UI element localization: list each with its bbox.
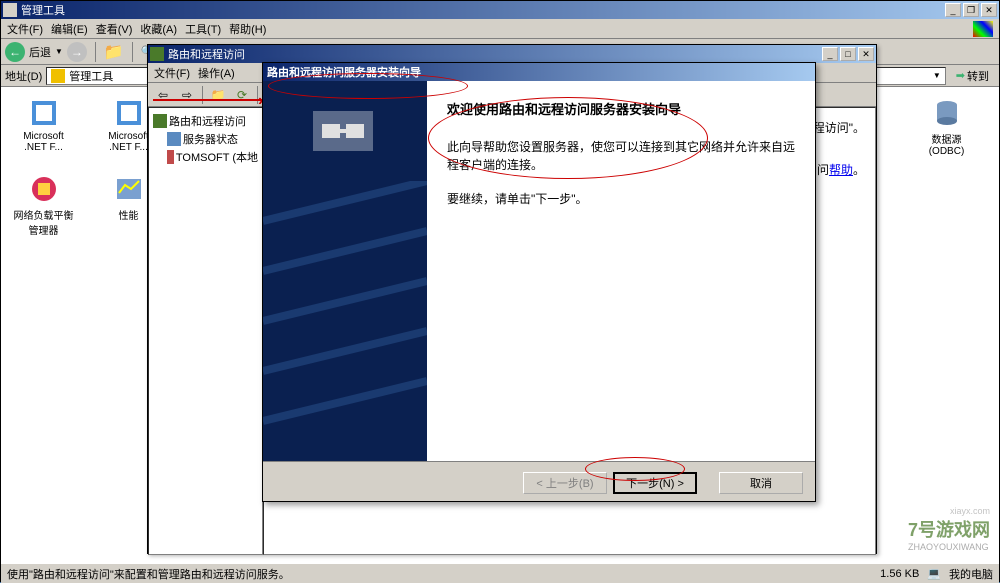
address-label: 地址(D): [5, 68, 42, 84]
menu-file[interactable]: 文件(F): [7, 21, 43, 37]
tree-root[interactable]: 路由和远程访问: [153, 112, 258, 130]
goto-button[interactable]: ➡ 转到: [950, 68, 995, 84]
mmc-back-button[interactable]: ⇦: [152, 85, 174, 105]
wizard-titlebar[interactable]: 路由和远程访问服务器安装向导: [263, 63, 815, 81]
help-link[interactable]: 帮助: [829, 163, 853, 177]
wizard-sidebar: [263, 81, 427, 461]
menu-favorites[interactable]: 收藏(A): [140, 21, 177, 37]
mycomputer-icon: 💻: [927, 567, 941, 580]
admin-menubar: 文件(F) 编辑(E) 查看(V) 收藏(A) 工具(T) 帮助(H): [1, 19, 999, 39]
mmc-menu-action[interactable]: 操作(A): [198, 65, 235, 81]
mmc-menu-file[interactable]: 文件(F): [154, 65, 190, 81]
mmc-minimize-button[interactable]: _: [822, 47, 838, 61]
watermark-brand: 7号游戏网: [908, 516, 990, 542]
tree-server-label: TOMSOFT (本地: [176, 149, 258, 165]
mmc-icon: [150, 47, 164, 61]
wizard-title: 路由和远程访问服务器安装向导: [267, 64, 421, 80]
icon-label: Microsoft .NET F...: [11, 131, 76, 153]
wizard-decorative-lines: [263, 181, 427, 461]
statusbar: 使用"路由和远程访问"来配置和管理路由和远程访问服务。 1.56 KB 💻 我的…: [1, 563, 999, 583]
mmc-close-button[interactable]: ✕: [858, 47, 874, 61]
go-icon: ➡: [956, 69, 965, 82]
mmc-maximize-button[interactable]: □: [840, 47, 856, 61]
folder-icon: [51, 69, 65, 83]
status-icon: [167, 132, 181, 146]
admin-titlebar[interactable]: 管理工具 _ ❐ ✕: [1, 1, 999, 19]
mmc-refresh-button[interactable]: ⟳: [231, 85, 253, 105]
mmc-titlebar[interactable]: 路由和远程访问 _ □ ✕: [148, 45, 876, 63]
menu-edit[interactable]: 编辑(E): [51, 21, 88, 37]
folder-up-icon[interactable]: 📁: [104, 42, 124, 62]
windows-logo-icon: [973, 21, 993, 37]
icon-label: 数据源 (ODBC): [914, 131, 979, 157]
watermark-sub: ZHAOYOUXIWANG: [908, 542, 990, 552]
server-icon: [167, 150, 174, 164]
annotation-line: [153, 99, 268, 101]
address-value: 管理工具: [69, 68, 113, 84]
icon-label: 性能: [119, 207, 139, 222]
back-dropdown[interactable]: ▼: [55, 47, 63, 56]
rras-setup-wizard: 路由和远程访问服务器安装向导 欢迎使用路由和远程访问服务器安装向导 此向导帮助您…: [262, 62, 816, 502]
mmc-up-button[interactable]: 📁: [207, 85, 229, 105]
mmc-tree[interactable]: 路由和远程访问 服务器状态 TOMSOFT (本地: [148, 107, 263, 555]
rras-icon: [153, 114, 167, 128]
wizard-back-button: < 上一步(B): [523, 472, 607, 494]
menu-help[interactable]: 帮助(H): [229, 21, 266, 37]
icon-msnet1[interactable]: Microsoft .NET F...: [11, 97, 76, 153]
minimize-button[interactable]: _: [945, 3, 961, 17]
wizard-button-bar: < 上一步(B) 下一步(N) > 取消: [263, 461, 815, 503]
tree-server-status[interactable]: 服务器状态: [153, 130, 258, 148]
window-icon: [3, 3, 17, 17]
close-button[interactable]: ✕: [981, 3, 997, 17]
details-text-2: 问: [817, 163, 829, 177]
mmc-forward-button[interactable]: ⇨: [176, 85, 198, 105]
wizard-next-button[interactable]: 下一步(N) >: [613, 472, 697, 494]
icon-nlb[interactable]: 网络负载平衡管理器: [11, 173, 76, 237]
window-title: 管理工具: [21, 2, 945, 18]
wizard-hero-icon: [313, 111, 373, 151]
wizard-p1: 此向导帮助您设置服务器，使您可以连接到其它网络并允许来自远程客户端的连接。: [447, 138, 795, 174]
back-label: 后退: [29, 44, 51, 60]
separator: [132, 42, 133, 62]
mmc-title: 路由和远程访问: [168, 46, 822, 62]
forward-button[interactable]: →: [67, 42, 87, 62]
icon-label: 网络负载平衡管理器: [11, 207, 76, 237]
menu-view[interactable]: 查看(V): [96, 21, 133, 37]
tree-status-label: 服务器状态: [183, 131, 238, 147]
tree-server[interactable]: TOMSOFT (本地: [153, 148, 258, 166]
maximize-button[interactable]: ❐: [963, 3, 979, 17]
wizard-main: 欢迎使用路由和远程访问服务器安装向导 此向导帮助您设置服务器，使您可以连接到其它…: [427, 81, 815, 461]
address-dropdown-icon[interactable]: ▼: [933, 71, 941, 80]
separator: [95, 42, 96, 62]
wizard-heading: 欢迎使用路由和远程访问服务器安装向导: [447, 99, 795, 118]
wizard-p2: 要继续，请单击"下一步"。: [447, 190, 795, 208]
goto-label: 转到: [967, 68, 989, 84]
statusbar-mycomputer: 我的电脑: [949, 566, 993, 582]
watermark: xiayx.com 7号游戏网 ZHAOYOUXIWANG: [908, 506, 990, 552]
tree-root-label: 路由和远程访问: [169, 113, 246, 129]
icon-odbc[interactable]: 数据源 (ODBC): [914, 97, 979, 157]
statusbar-size: 1.56 KB: [880, 568, 919, 580]
back-button[interactable]: ←: [5, 42, 25, 62]
details-text-1: 程访问"。: [813, 121, 865, 135]
menu-tools[interactable]: 工具(T): [185, 21, 221, 37]
watermark-url: xiayx.com: [908, 506, 990, 516]
wizard-cancel-button[interactable]: 取消: [719, 472, 803, 494]
statusbar-text: 使用"路由和远程访问"来配置和管理路由和远程访问服务。: [7, 566, 290, 582]
